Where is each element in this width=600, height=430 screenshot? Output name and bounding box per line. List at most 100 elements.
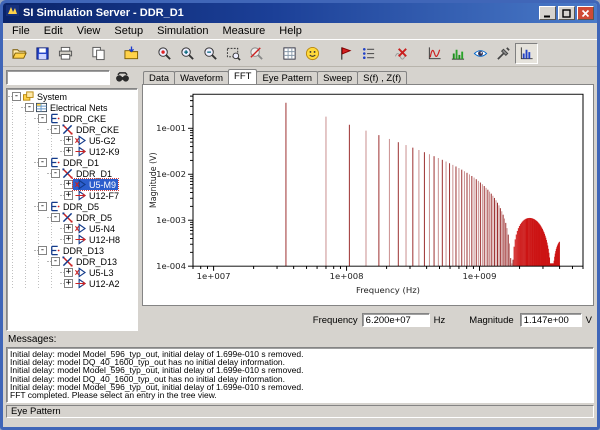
tree-item-ddr-cke[interactable]: -DDR_CKE xyxy=(8,113,136,124)
probe-icon xyxy=(496,46,511,61)
save-icon xyxy=(35,46,50,61)
frequency-value: 6.200e+07 xyxy=(362,313,430,327)
menu-edit[interactable]: Edit xyxy=(37,24,70,38)
tree-item-u12-h8[interactable]: +U12-H8 xyxy=(8,234,136,245)
report-button[interactable] xyxy=(278,43,301,64)
spectrum-button[interactable] xyxy=(446,43,469,64)
terminate-button[interactable] xyxy=(390,43,413,64)
menu-setup[interactable]: Setup xyxy=(107,24,150,38)
histogram-button[interactable] xyxy=(515,43,538,64)
tab-eye-pattern[interactable]: Eye Pattern xyxy=(256,71,318,84)
tree-item-ddr-d13[interactable]: -DDR_D13 xyxy=(8,256,136,267)
zoom-out-button[interactable] xyxy=(199,43,222,64)
menu-file[interactable]: File xyxy=(5,24,37,38)
histogram-icon xyxy=(519,46,534,61)
print-button[interactable] xyxy=(54,43,77,64)
tree-item-label: U5-M9 xyxy=(87,180,118,190)
tree-item-system[interactable]: -System xyxy=(8,91,136,102)
tab-s-f-z-f[interactable]: S(f) , Z(f) xyxy=(357,71,407,84)
zoom-reset-icon xyxy=(157,46,172,61)
frequency-unit: Hz xyxy=(434,315,446,326)
print-icon xyxy=(58,46,73,61)
open-button[interactable] xyxy=(8,43,31,64)
tree-search-row xyxy=(6,69,138,85)
tree-item-ddr-d13[interactable]: -DDR_D13 xyxy=(8,245,136,256)
tree-expander[interactable]: - xyxy=(51,125,60,134)
close-button[interactable] xyxy=(577,6,594,20)
titlebar[interactable]: SI Simulation Server - DDR_D1 xyxy=(3,3,597,23)
magnitude-label: Magnitude xyxy=(469,315,513,326)
copy-icon xyxy=(91,46,106,61)
fft-chart[interactable]: 1e+0071e+0081e+0091e-0011e-0021e-0031e-0… xyxy=(143,85,593,305)
smiley-button[interactable] xyxy=(301,43,324,64)
tree-expander[interactable]: - xyxy=(51,257,60,266)
tree-item-u5-g2[interactable]: +U5-G2 xyxy=(8,135,136,146)
menu-measure[interactable]: Measure xyxy=(215,24,272,38)
tree-expander[interactable]: + xyxy=(64,147,73,156)
tree-expander[interactable]: - xyxy=(51,169,60,178)
tree-item-u12-f7[interactable]: +U12-F7 xyxy=(8,190,136,201)
svg-text:Frequency (Hz): Frequency (Hz) xyxy=(356,285,420,295)
tree-item-u5-m9[interactable]: + U5-M9 xyxy=(8,179,136,190)
tab-data[interactable]: Data xyxy=(143,71,175,84)
menu-simulation[interactable]: Simulation xyxy=(150,24,215,38)
menu-help[interactable]: Help xyxy=(272,24,309,38)
window-title: SI Simulation Server - DDR_D1 xyxy=(23,7,535,19)
zoom-reset-button[interactable] xyxy=(153,43,176,64)
maximize-button[interactable] xyxy=(558,6,575,20)
binoculars-icon[interactable] xyxy=(114,70,130,84)
receiver-icon xyxy=(73,146,87,157)
copy-button[interactable] xyxy=(87,43,110,64)
tree-expander[interactable]: + xyxy=(64,191,73,200)
tab-fft[interactable]: FFT xyxy=(228,69,257,84)
tree-expander[interactable]: - xyxy=(51,213,60,222)
eye-button[interactable] xyxy=(469,43,492,64)
tree-item-electrical-nets[interactable]: - Electrical Nets xyxy=(8,102,136,113)
tree-item-u12-k9[interactable]: +U12-K9 xyxy=(8,146,136,157)
tree-expander[interactable]: + xyxy=(64,136,73,145)
tree-expander[interactable]: + xyxy=(64,279,73,288)
tab-sweep[interactable]: Sweep xyxy=(317,71,358,84)
tree-expander[interactable]: - xyxy=(38,246,47,255)
tab-strip: DataWaveformFFTEye PatternSweepS(f) , Z(… xyxy=(142,69,594,84)
xnet-icon xyxy=(60,256,74,267)
zoom-off-button[interactable] xyxy=(245,43,268,64)
tree-item-u5-n4[interactable]: + U5-N4 xyxy=(8,223,136,234)
tree-item-ddr-cke[interactable]: -DDR_CKE xyxy=(8,124,136,135)
tree-item-ddr-d5[interactable]: -DDR_D5 xyxy=(8,201,136,212)
messages-box[interactable]: Initial delay: model Model_596_typ_out, … xyxy=(6,347,594,403)
tree-item-label: U5-N4 xyxy=(87,224,117,234)
tree-filter-input[interactable] xyxy=(6,70,110,85)
tree-view[interactable]: -System-Electrical Nets-DDR_CKE-DDR_CKE+… xyxy=(6,88,138,331)
minimize-button[interactable] xyxy=(539,6,556,20)
waveform-button[interactable] xyxy=(423,43,446,64)
zoom-in-button[interactable] xyxy=(176,43,199,64)
probe-button[interactable] xyxy=(492,43,515,64)
tree-expander[interactable]: + xyxy=(64,235,73,244)
toolbar xyxy=(3,39,597,67)
tree-item-ddr-d5[interactable]: -DDR_D5 xyxy=(8,212,136,223)
tab-waveform[interactable]: Waveform xyxy=(174,71,229,84)
tree-expander[interactable]: - xyxy=(12,92,21,101)
svg-text:1e-002: 1e-002 xyxy=(156,169,186,179)
save-button[interactable] xyxy=(31,43,54,64)
tree-item-ddr-d1[interactable]: -DDR_D1 xyxy=(8,157,136,168)
tree-expander[interactable]: - xyxy=(25,103,34,112)
eye-icon xyxy=(473,46,488,61)
tree-item-u5-l3[interactable]: +U5-L3 xyxy=(8,267,136,278)
tree-expander[interactable]: + xyxy=(64,180,73,189)
import-button[interactable] xyxy=(120,43,143,64)
tree-expander[interactable]: + xyxy=(64,268,73,277)
options-button[interactable] xyxy=(357,43,380,64)
menu-view[interactable]: View xyxy=(70,24,108,38)
tree-item-ddr-d1[interactable]: -DDR_D1 xyxy=(8,168,136,179)
tree-expander[interactable]: - xyxy=(38,202,47,211)
tree-item-label: Electrical Nets xyxy=(48,103,110,113)
tree-expander[interactable]: - xyxy=(38,114,47,123)
run-button[interactable] xyxy=(334,43,357,64)
tree-expander[interactable]: - xyxy=(38,158,47,167)
zoom-window-button[interactable] xyxy=(222,43,245,64)
tree-item-u12-a2[interactable]: + U12-A2 xyxy=(8,278,136,289)
tree-item-label: U12-A2 xyxy=(87,279,122,289)
tree-expander[interactable]: + xyxy=(64,224,73,233)
